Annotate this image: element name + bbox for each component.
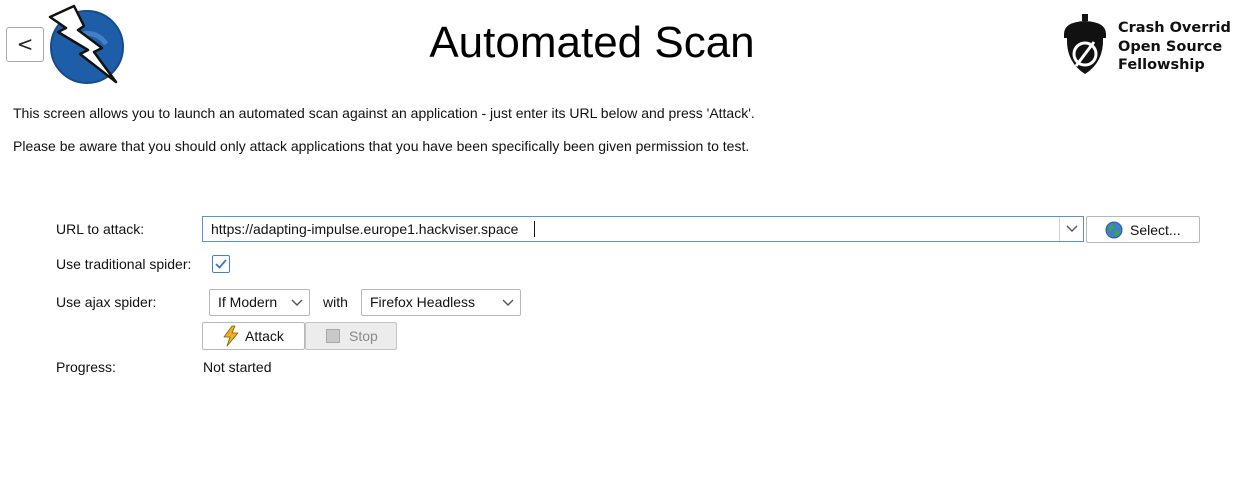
stop-button-label: Stop	[349, 328, 378, 344]
text-caret	[534, 221, 535, 237]
chevron-down-icon	[1066, 225, 1077, 232]
description-line-1: This screen allows you to launch an auto…	[13, 105, 755, 121]
brand-line-3: Fellowship	[1118, 57, 1205, 73]
url-dropdown-button[interactable]	[1059, 217, 1083, 241]
traditional-spider-label: Use traditional spider:	[56, 256, 192, 272]
browser-value: Firefox Headless	[370, 294, 476, 310]
attack-button[interactable]: Attack	[202, 322, 305, 350]
ajax-mode-value: If Modern	[218, 294, 278, 310]
lightning-bolt-icon	[223, 325, 239, 347]
progress-label: Progress:	[56, 359, 116, 375]
attack-button-label: Attack	[245, 328, 284, 344]
checkmark-icon	[215, 259, 227, 269]
url-label: URL to attack:	[56, 221, 145, 237]
brand-logo: Crash Overrid Open Source Fellowship	[1060, 12, 1234, 76]
url-input[interactable]	[203, 217, 1059, 241]
ajax-mode-dropdown[interactable]: If Modern	[209, 289, 310, 316]
progress-value: Not started	[203, 359, 272, 375]
ajax-spider-label: Use ajax spider:	[56, 294, 157, 310]
stop-square-icon	[326, 329, 340, 343]
page-title: Automated Scan	[429, 18, 755, 67]
acorn-logo-icon	[1064, 14, 1106, 74]
chevron-down-icon	[502, 299, 514, 306]
brand-line-2: Open Source	[1118, 38, 1223, 55]
globe-icon	[1105, 221, 1123, 238]
description-line-2: Please be aware that you should only att…	[13, 138, 750, 154]
select-button[interactable]: Select...	[1086, 216, 1200, 243]
brand-line-1: Crash Overrid	[1118, 20, 1231, 36]
automated-scan-page: < Automated Scan Crash Overrid Open Sour…	[0, 0, 1234, 491]
select-button-label: Select...	[1130, 221, 1181, 238]
url-combobox[interactable]	[202, 216, 1084, 242]
traditional-spider-checkbox[interactable]	[212, 255, 230, 273]
chevron-down-icon	[291, 299, 303, 306]
browser-dropdown[interactable]: Firefox Headless	[361, 289, 521, 316]
stop-button[interactable]: Stop	[305, 322, 397, 350]
with-label: with	[323, 294, 348, 310]
